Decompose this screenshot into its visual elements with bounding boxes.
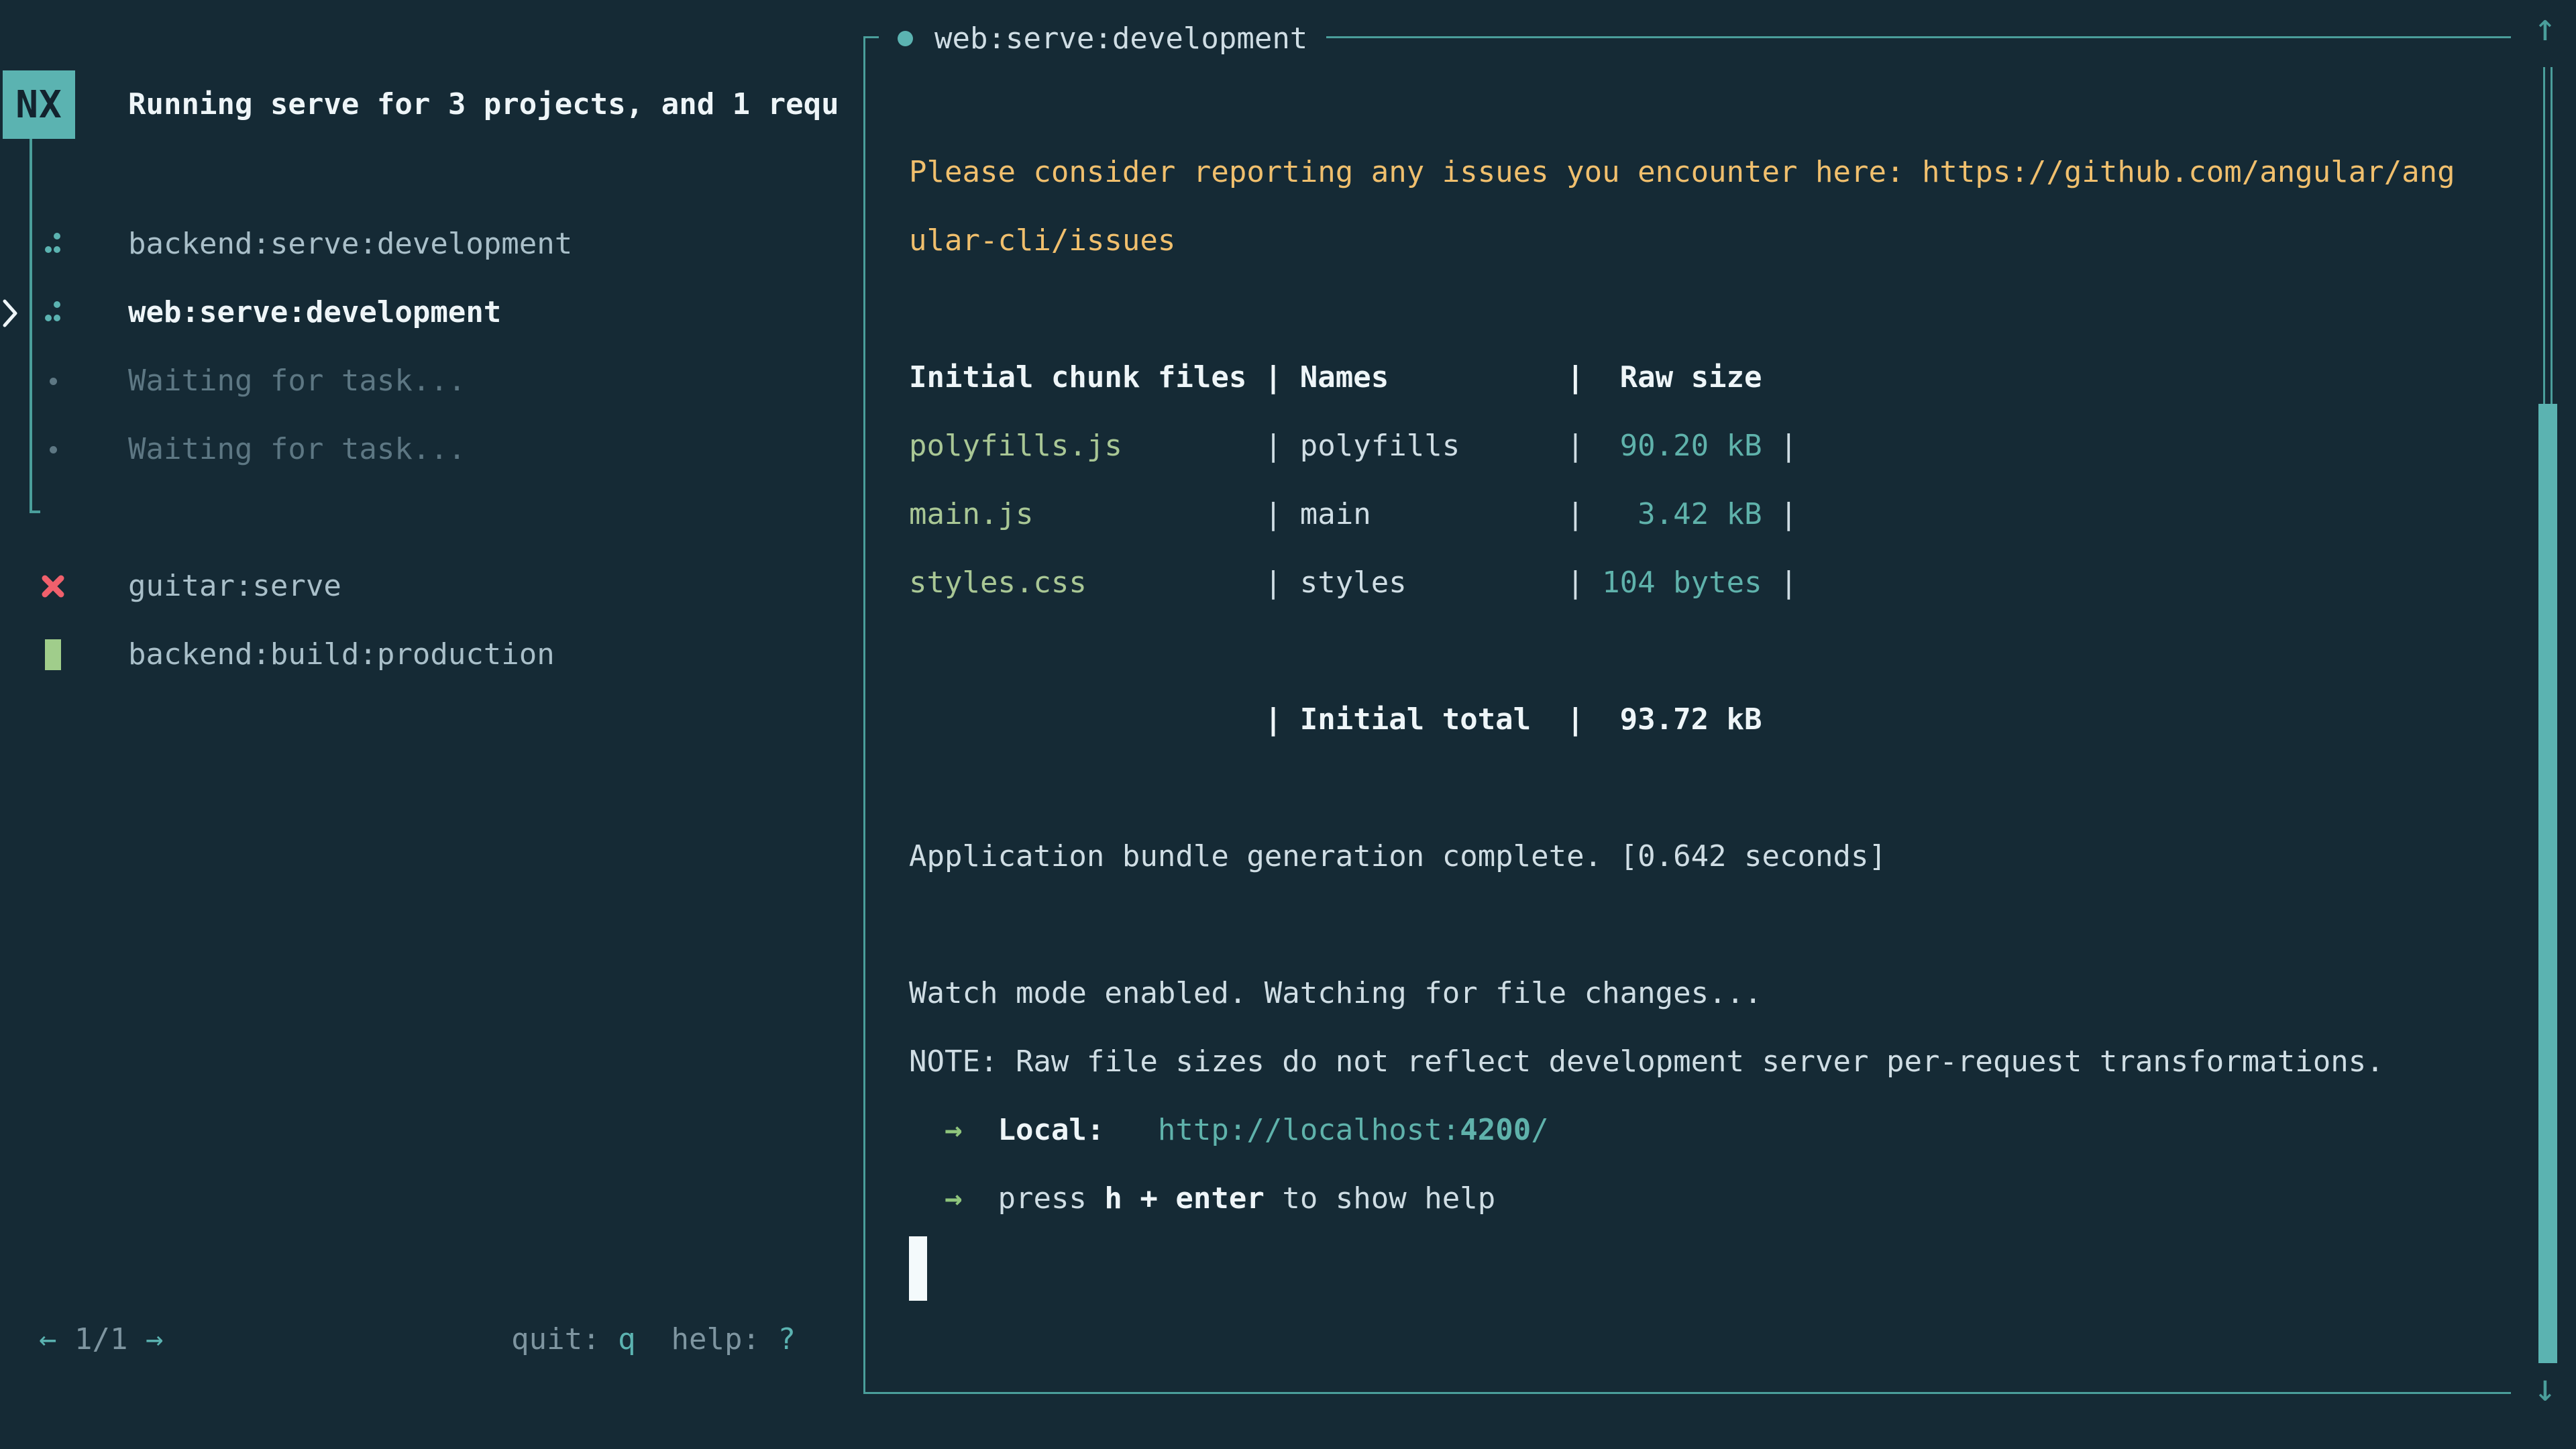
local-url-link[interactable]: http://localhost: <box>1158 1113 1460 1147</box>
terminal-line: NOTE: Raw file sizes do not reflect deve… <box>909 1028 2506 1096</box>
terminal-line: main.js | main | 3.42 kB | <box>909 480 2506 549</box>
terminal-text-segment: | <box>1122 429 1300 463</box>
terminal-line <box>909 1233 2506 1301</box>
terminal-text-segment <box>909 1181 945 1216</box>
task-label: Waiting for task... <box>128 347 466 415</box>
terminal-text-segment: 104 bytes <box>1602 566 1762 600</box>
task-output-panel: web:serve:development Please consider re… <box>863 36 2511 1394</box>
task-label: backend:serve:development <box>128 210 572 278</box>
terminal-line: | Initial total | 93.72 kB <box>909 686 2506 754</box>
terminal-text-segment: 90.20 kB <box>1602 429 1762 463</box>
statusbar-label: quit: <box>511 1322 618 1356</box>
task-sidebar: NX Running serve for 3 projects, and 1 r… <box>0 0 863 1449</box>
nx-logo: NX <box>3 70 75 139</box>
terminal-text-segment: | <box>1762 566 1798 600</box>
task-label: guitar:serve <box>128 552 341 621</box>
task-label: Waiting for task... <box>128 415 466 484</box>
terminal-text-segment: Application bundle generation complete. … <box>909 839 1886 873</box>
panel-title-label: web:serve:development <box>934 21 1307 56</box>
terminal-line: Please consider reporting any issues you… <box>909 138 2506 207</box>
terminal-text-segment: | <box>1087 566 1300 600</box>
terminal-text-segment: styles <box>1300 566 1407 600</box>
terminal-text-segment <box>909 1113 945 1147</box>
terminal-text-segment: | <box>1460 429 1602 463</box>
terminal-line: Application bundle generation complete. … <box>909 822 2506 891</box>
scroll-down-arrow-icon[interactable]: ↓ <box>2526 1368 2564 1409</box>
terminal-text-segment: polyfills <box>1300 429 1460 463</box>
terminal-line: styles.css | styles | 104 bytes | <box>909 549 2506 617</box>
scroll-up-arrow-icon[interactable]: ↑ <box>2526 8 2564 48</box>
terminal-text-segment: | <box>1407 566 1602 600</box>
spinner-icon <box>38 210 68 278</box>
terminal-text-segment: | <box>1033 497 1299 531</box>
terminal-text-segment: styles.css <box>909 566 1087 600</box>
terminal-text-segment: Local: <box>998 1113 1104 1147</box>
scrollbar-thumb[interactable] <box>2538 404 2557 1363</box>
task-list-spacer <box>0 484 863 552</box>
terminal-text-segment: NOTE: Raw file sizes do not reflect deve… <box>909 1044 2384 1079</box>
keyboard-shortcuts: quit: q help: ? <box>0 1305 796 1374</box>
shortcut-key[interactable]: ? <box>778 1322 796 1356</box>
selected-chevron-icon <box>1 298 19 336</box>
terminal-text-segment <box>962 1181 998 1216</box>
terminal-output: Please consider reporting any issues you… <box>909 138 2506 1301</box>
terminal-line: Watch mode enabled. Watching for file ch… <box>909 959 2506 1028</box>
page-title: Running serve for 3 projects, and 1 requ <box>128 70 863 139</box>
terminal-text-segment: main <box>1300 497 1371 531</box>
task-label: web:serve:development <box>128 278 501 347</box>
terminal-text-segment: ular-cli/issues <box>909 223 1175 258</box>
task-label: backend:build:production <box>128 621 555 689</box>
terminal-text-segment: | <box>1762 429 1798 463</box>
terminal-line <box>909 754 2506 822</box>
task-row[interactable]: guitar:serve <box>0 552 863 621</box>
terminal-line: → press h + enter to show help <box>909 1165 2506 1233</box>
statusbar-label: help: <box>636 1322 778 1356</box>
terminal-text-segment: → <box>945 1113 963 1147</box>
waiting-dot-icon <box>38 347 68 415</box>
terminal-text-segment: | <box>1371 497 1602 531</box>
terminal-text-segment: h + enter <box>1104 1181 1264 1216</box>
local-url-link[interactable]: 4200 <box>1460 1113 1531 1147</box>
terminal-text-segment: polyfills.js <box>909 429 1122 463</box>
terminal-text-segment: press <box>998 1181 1104 1216</box>
spinner-icon <box>38 278 68 347</box>
terminal-text-segment: Please consider reporting any issues you… <box>909 155 2455 189</box>
terminal-line: ular-cli/issues <box>909 207 2506 275</box>
terminal-line <box>909 891 2506 959</box>
task-row[interactable]: backend:serve:development <box>0 210 863 278</box>
terminal-line <box>909 617 2506 686</box>
terminal-text-segment: 3.42 kB <box>1602 497 1762 531</box>
terminal-text-segment <box>962 1113 998 1147</box>
error-cross-icon <box>38 552 68 621</box>
terminal-line: Initial chunk files | Names | Raw size <box>909 343 2506 412</box>
task-row[interactable]: Waiting for task... <box>0 347 863 415</box>
task-row[interactable]: Waiting for task... <box>0 415 863 484</box>
success-square-icon <box>38 621 68 689</box>
task-list: backend:serve:developmentweb:serve:devel… <box>0 210 863 689</box>
terminal-text-segment: to show help <box>1265 1181 1495 1216</box>
scrollbar-track[interactable] <box>2543 67 2553 404</box>
terminal-line: polyfills.js | polyfills | 90.20 kB | <box>909 412 2506 480</box>
local-url-link[interactable]: / <box>1531 1113 1549 1147</box>
terminal-text-segment: Initial chunk files | Names | Raw size <box>909 360 1762 394</box>
shortcut-key[interactable]: q <box>618 1322 636 1356</box>
terminal-text-segment: Watch mode enabled. Watching for file ch… <box>909 976 1762 1010</box>
panel-title: web:serve:development <box>879 4 1326 72</box>
terminal-text-segment <box>1104 1113 1157 1147</box>
task-row[interactable]: web:serve:development <box>0 278 863 347</box>
terminal-cursor <box>909 1236 927 1301</box>
running-status-dot-icon <box>898 31 913 46</box>
terminal-line <box>909 275 2506 343</box>
terminal-line: → Local: http://localhost:4200/ <box>909 1096 2506 1165</box>
waiting-dot-icon <box>38 415 68 484</box>
terminal-text-segment: | <box>1762 497 1798 531</box>
terminal-text-segment: → <box>945 1181 963 1216</box>
terminal-text-segment: main.js <box>909 497 1033 531</box>
terminal-text-segment: | Initial total | 93.72 kB <box>909 702 1762 737</box>
task-row[interactable]: backend:build:production <box>0 621 863 689</box>
